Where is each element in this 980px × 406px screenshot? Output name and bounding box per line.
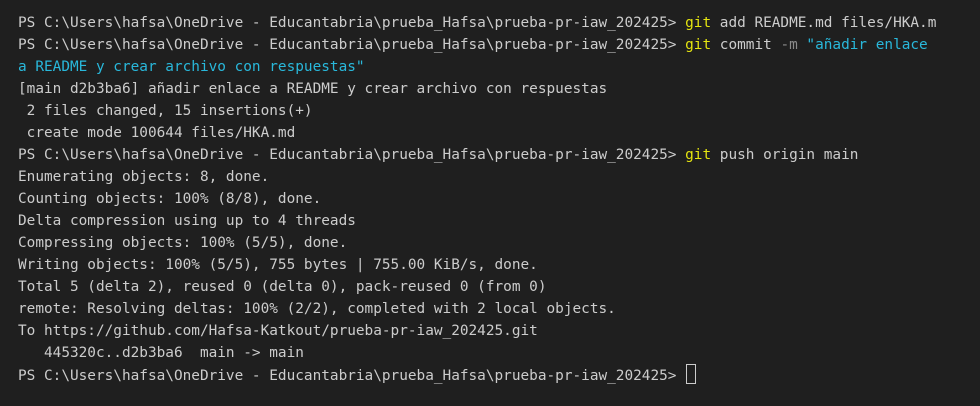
terminal-line: PS C:\Users\hafsa\OneDrive - Educantabri… <box>18 364 980 386</box>
terminal-line: PS C:\Users\hafsa\OneDrive - Educantabri… <box>18 144 980 166</box>
terminal-line: Enumerating objects: 8, done. <box>18 169 270 185</box>
terminal-line: create mode 100644 files/HKA.md <box>18 125 296 141</box>
terminal-line: Writing objects: 100% (5/5), 755 bytes |… <box>18 257 538 273</box>
command-string: a README y crear archivo con respuestas" <box>18 59 365 75</box>
terminal-line: a README y crear archivo con respuestas" <box>18 56 980 78</box>
prompt: PS C:\Users\hafsa\OneDrive - Educantabri… <box>18 15 686 31</box>
prompt: PS C:\Users\hafsa\OneDrive - Educantabri… <box>18 147 686 163</box>
terminal-line: PS C:\Users\hafsa\OneDrive - Educantabri… <box>18 34 980 56</box>
terminal-line: Delta compression using up to 4 threads <box>18 213 356 229</box>
command-args: push origin main <box>711 147 859 163</box>
terminal-line: remote: Resolving deltas: 100% (2/2), co… <box>18 301 616 317</box>
prompt: PS C:\Users\hafsa\OneDrive - Educantabri… <box>18 368 686 384</box>
terminal-line: Counting objects: 100% (8/8), done. <box>18 191 322 207</box>
terminal-line: Compressing objects: 100% (5/5), done. <box>18 235 348 251</box>
command-args: add README.md files/HKA.m <box>711 15 937 31</box>
command-flag: -m <box>780 37 798 53</box>
command-string: "añadir enlace <box>797 37 928 53</box>
command-name: git <box>685 37 712 53</box>
terminal-line: Total 5 (delta 2), reused 0 (delta 0), p… <box>18 279 547 295</box>
terminal-line: [main d2b3ba6] añadir enlace a README y … <box>18 81 608 97</box>
terminal-line: 2 files changed, 15 insertions(+) <box>18 103 313 119</box>
command-name: git <box>685 15 712 31</box>
cursor-caret[interactable] <box>686 364 697 384</box>
terminal-line: 445320c..d2b3ba6 main -> main <box>18 345 304 361</box>
command-name: git <box>685 147 712 163</box>
terminal-output[interactable]: PS C:\Users\hafsa\OneDrive - Educantabri… <box>0 0 980 406</box>
terminal-line: To https://github.com/Hafsa-Katkout/prue… <box>18 323 538 339</box>
terminal-line: PS C:\Users\hafsa\OneDrive - Educantabri… <box>18 12 980 34</box>
command-args: commit <box>711 37 781 53</box>
prompt: PS C:\Users\hafsa\OneDrive - Educantabri… <box>18 37 686 53</box>
